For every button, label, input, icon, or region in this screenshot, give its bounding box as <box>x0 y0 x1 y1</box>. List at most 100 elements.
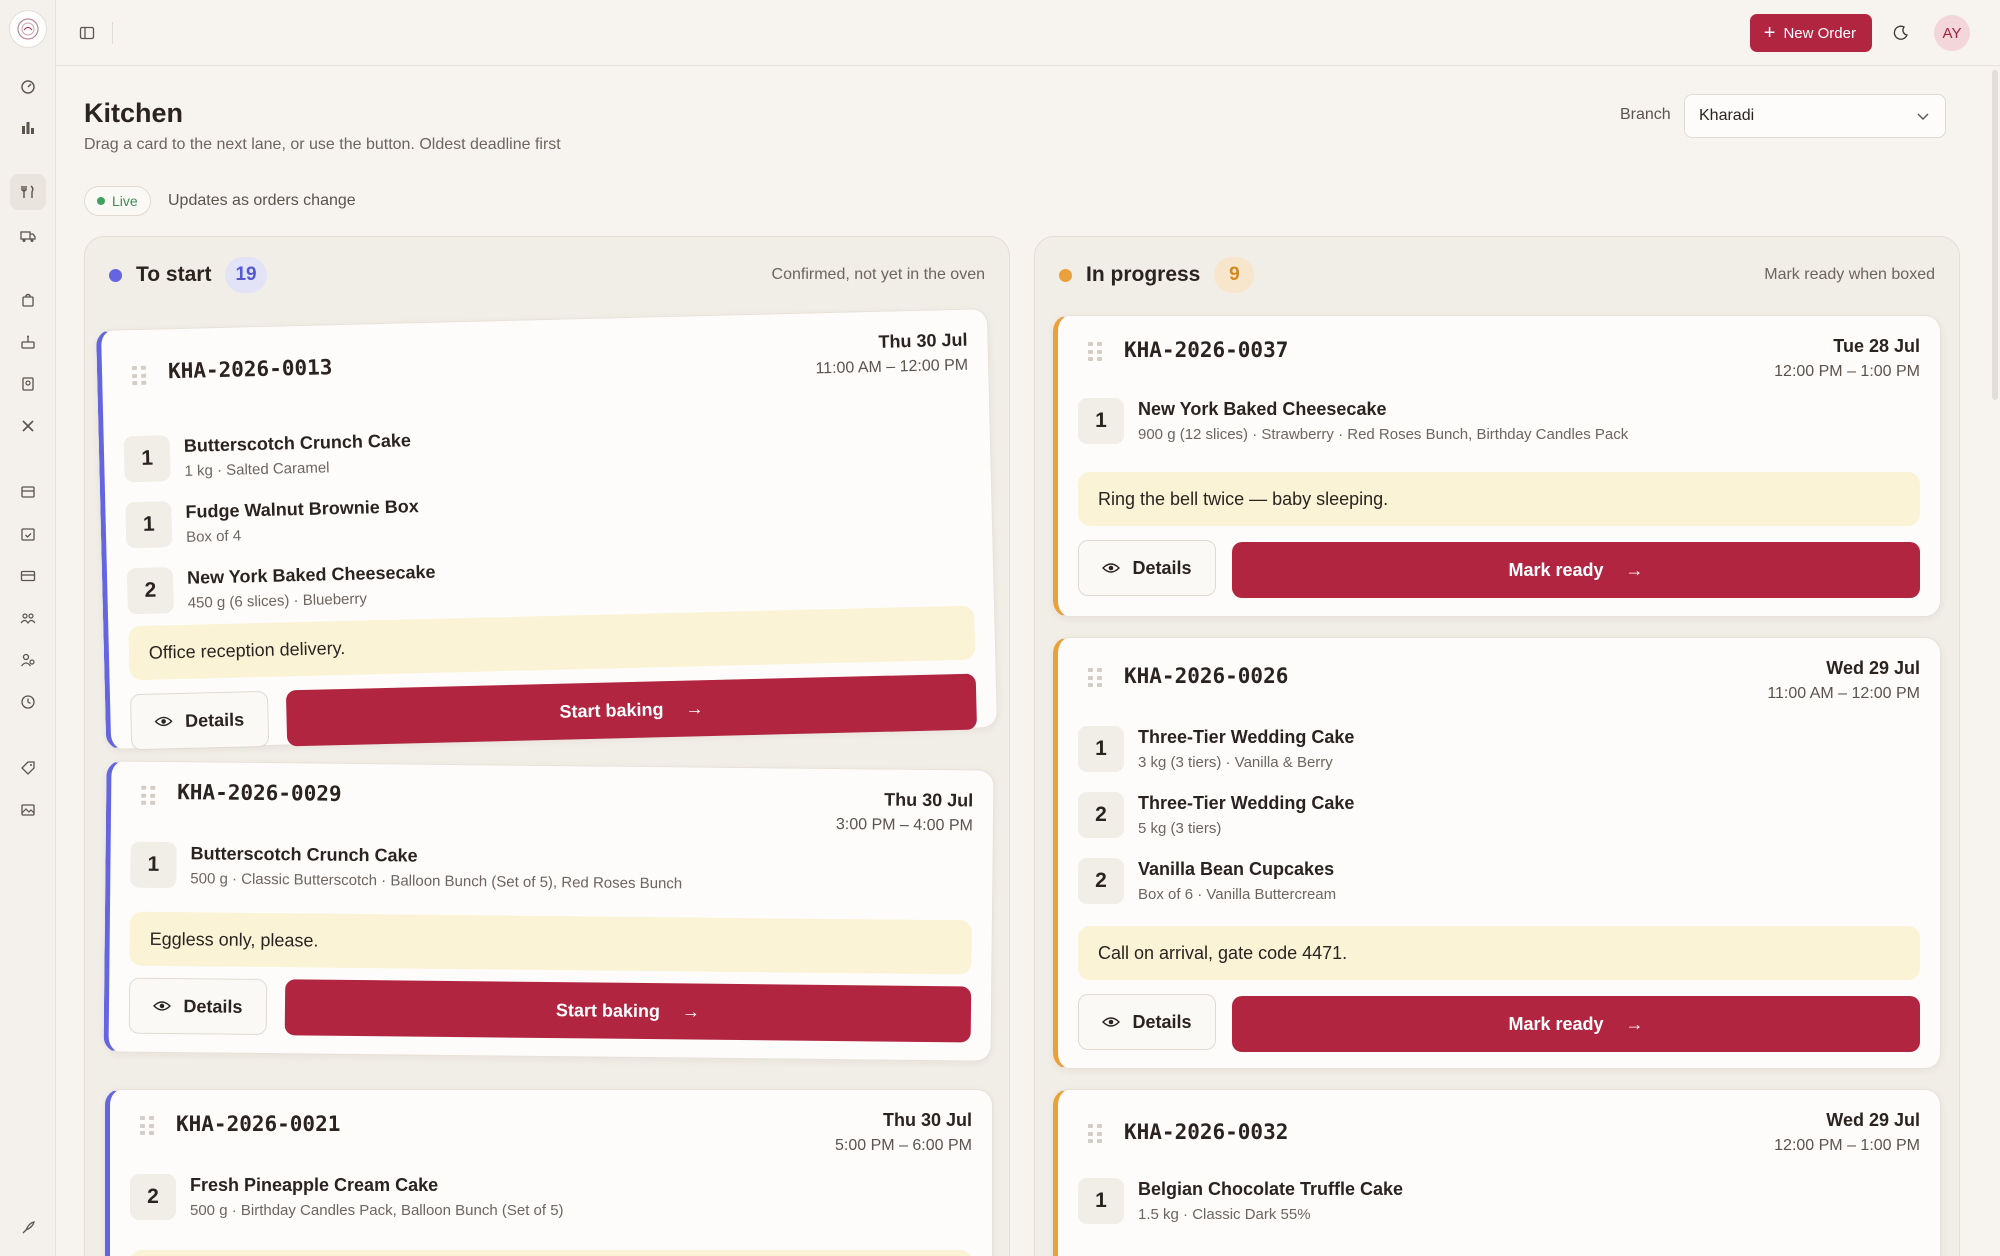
item-name: Belgian Chocolate Truffle Cake <box>1138 1179 1404 1199</box>
due-time: 12:00 PM – 1:00 PM <box>1774 363 1920 380</box>
arrow-right-icon: → <box>1625 559 1644 580</box>
cake-icon[interactable] <box>16 330 40 354</box>
item-list: 2 Fresh Pineapple Cream Cake 500 g · Birt… <box>130 1164 972 1230</box>
topbar-divider <box>112 22 113 44</box>
item-meta: 5 kg (3 tiers) <box>1138 820 1222 837</box>
list-item: 2 Three-Tier Wedding Cake 5 kg (3 tiers) <box>1078 782 1920 848</box>
reports-icon[interactable] <box>16 116 40 140</box>
due-window: Wed 29 Jul 11:00 AM – 12:00 PM <box>1767 658 1920 703</box>
payments-icon[interactable] <box>16 564 40 588</box>
orders-icon[interactable] <box>16 288 40 312</box>
mark-ready-label: Mark ready <box>1508 1013 1604 1034</box>
customers-icon[interactable] <box>16 648 40 672</box>
tag-icon[interactable] <box>16 756 40 780</box>
eye-icon <box>1102 563 1121 573</box>
mark-ready-button[interactable]: Mark ready → <box>1232 542 1920 598</box>
mark-ready-label: Mark ready <box>1508 559 1604 580</box>
due-time: 12:00 PM – 1:00 PM <box>1774 1137 1920 1154</box>
arrow-right-icon: → <box>1625 1013 1644 1034</box>
item-qty: 1 <box>130 841 177 889</box>
due-date: Thu 30 Jul <box>878 329 968 352</box>
due-window: Thu 30 Jul 5:00 PM – 6:00 PM <box>835 1110 972 1155</box>
order-card[interactable]: KHA-2026-0021 Thu 30 Jul 5:00 PM – 6:00 … <box>105 1089 993 1256</box>
eye-icon <box>1102 1017 1121 1027</box>
item-list: 1 Three-Tier Wedding Cake 3 kg (3 tiers) … <box>1078 716 1920 914</box>
drag-handle-icon[interactable] <box>140 1116 154 1136</box>
drag-handle-icon[interactable] <box>131 365 147 386</box>
details-button[interactable]: Details <box>128 977 268 1036</box>
details-label: Details <box>183 995 243 1017</box>
branch-label: Branch <box>1620 106 1671 123</box>
details-button[interactable]: Details <box>129 690 270 751</box>
theme-toggle-icon[interactable] <box>1890 22 1912 44</box>
drag-handle-icon[interactable] <box>1088 1124 1102 1144</box>
chevron-down-icon <box>1917 113 1929 120</box>
order-note <box>130 1250 972 1256</box>
topbar: + New Order AY <box>56 0 2000 66</box>
sidebar-toggle-icon[interactable] <box>76 22 98 44</box>
order-id: KHA-2026-0032 <box>1124 1120 1289 1144</box>
due-date: Wed 29 Jul <box>1826 658 1920 678</box>
item-qty: 1 <box>123 435 171 483</box>
branch-select[interactable]: Kharadi <box>1684 94 1946 138</box>
lane-in-progress[interactable]: In progress 9 Mark ready when boxed KHA-… <box>1034 236 1960 1256</box>
item-qty: 2 <box>126 567 174 615</box>
list-item: 2 Fresh Pineapple Cream Cake 500 g · Birt… <box>130 1164 972 1230</box>
item-list: 1 Butterscotch Crunch Cake 500 g · Classi… <box>130 832 973 907</box>
start-baking-button[interactable]: Start baking → <box>285 673 978 747</box>
kitchen-icon[interactable] <box>10 174 46 210</box>
launch-icon[interactable] <box>16 1216 40 1240</box>
list-item: 2 Vanilla Bean Cupcakes Box of 6 · Vanill… <box>1078 848 1920 914</box>
inventory-icon[interactable] <box>16 480 40 504</box>
details-button[interactable]: Details <box>1078 994 1216 1050</box>
details-button[interactable]: Details <box>1078 540 1216 596</box>
calendar-icon[interactable] <box>16 522 40 546</box>
avatar[interactable]: AY <box>1934 15 1970 51</box>
lane-to-start[interactable]: To start 19 Confirmed, not yet in the ov… <box>84 236 1010 1256</box>
order-id: KHA-2026-0013 <box>167 355 333 384</box>
lane-status-dot <box>1059 268 1072 282</box>
item-list: 1 New York Baked Cheesecake 900 g (12 sli… <box>1078 388 1920 454</box>
drag-handle-icon[interactable] <box>1088 668 1102 688</box>
item-name: Butterscotch Crunch Cake <box>183 430 412 456</box>
tools-icon[interactable] <box>16 414 40 438</box>
item-qty: 2 <box>130 1174 176 1220</box>
lane-count-badge: 19 <box>225 257 267 293</box>
item-list: 1 Belgian Chocolate Truffle Cake 1.5 kg ·… <box>1078 1168 1920 1234</box>
lane-count-badge: 9 <box>1214 257 1255 293</box>
order-card[interactable]: KHA-2026-0032 Wed 29 Jul 12:00 PM – 1:00… <box>1053 1089 1941 1256</box>
team-icon[interactable] <box>16 606 40 630</box>
mark-ready-button[interactable]: Mark ready → <box>1232 996 1920 1052</box>
sidebar <box>0 0 56 1256</box>
recipes-icon[interactable] <box>16 372 40 396</box>
start-baking-button[interactable]: Start baking → <box>284 979 972 1043</box>
item-meta: 900 g (12 slices) · Strawberry · Red Ros… <box>1138 426 1629 443</box>
item-meta: Box of 4 <box>185 527 242 546</box>
lane-title: To start <box>136 263 212 286</box>
order-card[interactable]: KHA-2026-0026 Wed 29 Jul 11:00 AM – 12:0… <box>1053 637 1941 1069</box>
delivery-icon[interactable] <box>16 224 40 248</box>
plus-icon: + <box>1763 22 1776 44</box>
page-scrollbar[interactable] <box>1992 70 1998 400</box>
brand-logo[interactable] <box>9 10 47 48</box>
lane-hint: Mark ready when boxed <box>1764 266 1935 283</box>
drag-handle-icon[interactable] <box>141 785 156 806</box>
due-date: Tue 28 Jul <box>1833 336 1920 356</box>
dashboard-icon[interactable] <box>16 74 40 98</box>
item-qty: 1 <box>1078 1178 1124 1224</box>
gallery-icon[interactable] <box>16 798 40 822</box>
item-meta: 1 kg · Salted Caramel <box>184 459 330 480</box>
item-name: Fudge Walnut Brownie Box <box>185 496 419 522</box>
drag-handle-icon[interactable] <box>1088 342 1102 362</box>
item-qty: 1 <box>1078 726 1124 772</box>
order-card[interactable]: KHA-2026-0037 Tue 28 Jul 12:00 PM – 1:00… <box>1053 315 1941 617</box>
new-order-button[interactable]: + New Order <box>1749 14 1872 52</box>
history-icon[interactable] <box>16 690 40 714</box>
item-name: New York Baked Cheesecake <box>1138 399 1387 419</box>
order-card[interactable]: KHA-2026-0029 Thu 30 Jul 3:00 PM – 4:00 … <box>103 760 995 1062</box>
order-card[interactable]: KHA-2026-0013 Thu 30 Jul 11:00 AM – 12:0… <box>96 308 998 751</box>
item-meta: 500 g · Birthday Candles Pack, Balloon B… <box>190 1202 564 1219</box>
start-baking-label: Start baking <box>555 999 661 1021</box>
due-window: Thu 30 Jul 11:00 AM – 12:00 PM <box>815 330 969 379</box>
item-name: Butterscotch Crunch Cake <box>190 843 418 866</box>
